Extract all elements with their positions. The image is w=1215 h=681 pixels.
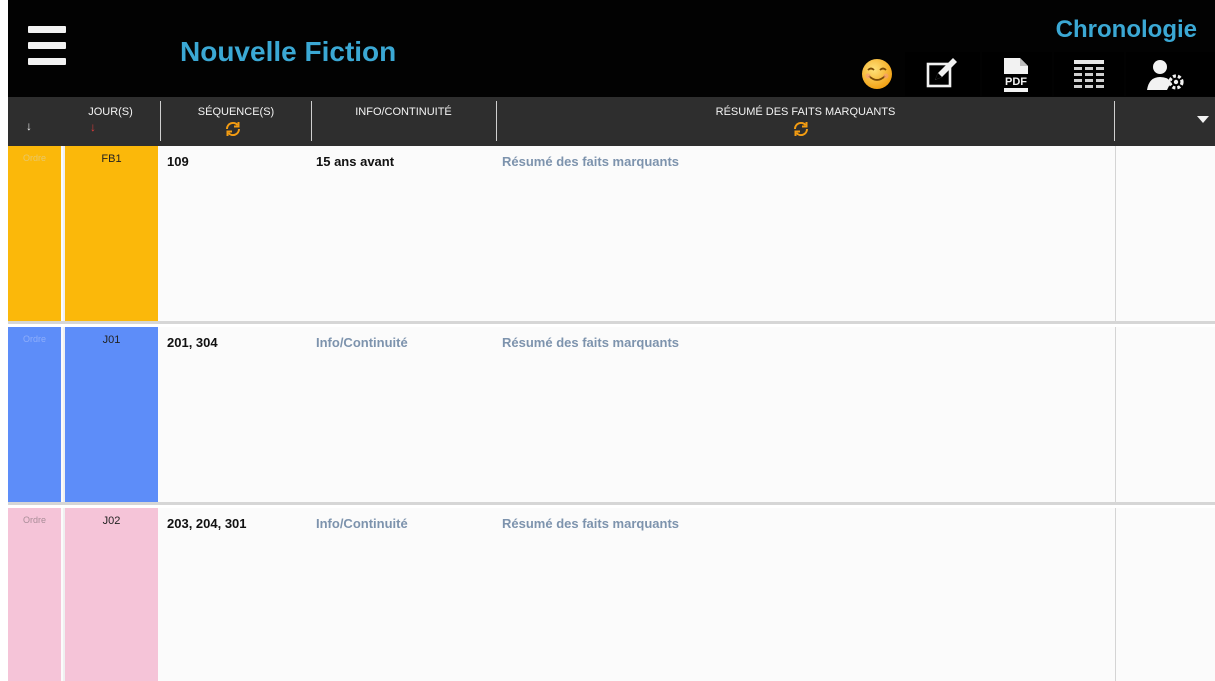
ordre-cell[interactable]: Ordre <box>8 146 61 321</box>
column-resume-label: RÉSUMÉ DES FAITS MARQUANTS <box>715 106 896 118</box>
column-divider <box>1115 146 1116 321</box>
column-divider <box>1115 508 1116 681</box>
resume-cell[interactable]: Résumé des faits marquants <box>502 516 679 531</box>
column-header-row: ↓ JOUR(S) ↓ SÉQUENCE(S) INFO/CONTINUITÉ … <box>8 97 1215 146</box>
sequences-cell[interactable]: 203, 204, 301 <box>167 516 247 531</box>
column-ordre-header[interactable]: ↓ <box>8 97 61 146</box>
column-options-dropdown[interactable] <box>1115 97 1215 146</box>
info-continuite-cell[interactable]: Info/Continuité <box>316 335 408 350</box>
page-title: Nouvelle Fiction <box>180 36 397 67</box>
user-settings-icon <box>1147 60 1184 90</box>
column-sequences-header[interactable]: SÉQUENCE(S) <box>161 97 311 146</box>
column-jours-header[interactable]: JOUR(S) ↓ <box>63 97 158 146</box>
ordre-cell[interactable]: Ordre <box>8 327 61 502</box>
table-row[interactable]: Ordre FB1 109 15 ans avant Résumé des fa… <box>8 146 1215 324</box>
smiley-emoji-icon <box>862 59 892 89</box>
table-row[interactable]: Ordre J01 201, 304 Info/Continuité Résum… <box>8 327 1215 505</box>
column-jours-label: JOUR(S) <box>88 106 133 118</box>
refresh-icon[interactable] <box>224 120 242 138</box>
pdf-document-icon: PDF <box>1002 58 1030 92</box>
sequences-cell[interactable]: 109 <box>167 154 189 169</box>
top-bar: Nouvelle Fiction Chronologie PDF <box>0 0 1215 97</box>
dropdown-triangle-icon <box>1197 116 1209 123</box>
hamburger-menu-icon[interactable] <box>28 26 66 68</box>
column-info-header[interactable]: INFO/CONTINUITÉ <box>312 97 495 146</box>
sequences-cell[interactable]: 201, 304 <box>167 335 218 350</box>
edit-note-button[interactable] <box>905 52 980 96</box>
smiley-emoji-button[interactable] <box>853 52 901 96</box>
left-edge <box>0 0 8 97</box>
column-info-label: INFO/CONTINUITÉ <box>355 106 452 118</box>
resume-cell[interactable]: Résumé des faits marquants <box>502 154 679 169</box>
module-title: Chronologie <box>1055 16 1197 43</box>
resume-cell[interactable]: Résumé des faits marquants <box>502 335 679 350</box>
jour-cell[interactable]: J02 <box>63 508 158 681</box>
table-row[interactable]: Ordre J02 203, 204, 301 Info/Continuité … <box>8 508 1215 681</box>
table-list-icon <box>1074 60 1104 88</box>
table-list-button[interactable] <box>1054 52 1124 96</box>
jour-cell[interactable]: J01 <box>63 327 158 502</box>
pdf-label: PDF <box>1005 76 1027 88</box>
pdf-export-button[interactable]: PDF <box>982 52 1052 96</box>
column-sequences-label: SÉQUENCE(S) <box>197 106 275 118</box>
info-continuite-cell[interactable]: 15 ans avant <box>316 154 394 169</box>
ordre-cell[interactable]: Ordre <box>8 508 61 681</box>
sort-down-arrow-red-icon: ↓ <box>90 120 96 134</box>
column-resume-header[interactable]: RÉSUMÉ DES FAITS MARQUANTS <box>497 97 1114 146</box>
info-continuite-cell[interactable]: Info/Continuité <box>316 516 408 531</box>
user-settings-button[interactable] <box>1126 52 1215 96</box>
column-divider <box>1115 327 1116 502</box>
edit-note-icon <box>926 58 957 88</box>
jour-cell[interactable]: FB1 <box>63 146 158 321</box>
refresh-icon[interactable] <box>792 120 810 138</box>
sort-down-arrow-icon: ↓ <box>26 119 32 133</box>
